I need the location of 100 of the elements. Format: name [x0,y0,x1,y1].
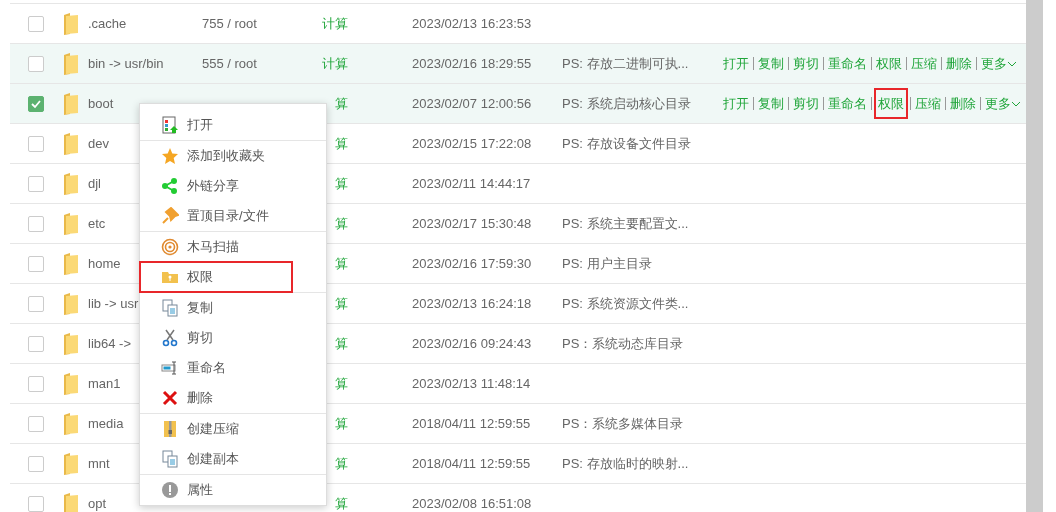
action-link[interactable]: 更多 [985,93,1021,114]
modified-date: 2023/02/13 16:24:18 [412,294,533,313]
folder-icon [62,211,79,236]
modified-date: 2023/02/15 17:22:08 [412,134,533,153]
action-link[interactable]: 权限 [876,89,906,118]
modified-date: 2018/04/11 12:59:55 [412,414,532,433]
checkbox[interactable] [28,255,44,272]
folder-icon [62,491,79,512]
folder-icon [62,131,79,156]
note-text: PS: 用户主目录 [562,255,652,271]
folder-icon [62,51,79,76]
size-link[interactable]: 算 [335,93,348,114]
menu-item[interactable]: 复制 [140,293,292,323]
document-icon [161,116,179,134]
scrollbar[interactable] [1026,0,1043,512]
note-text: PS: 系统主要配置文... [562,215,689,231]
note-text: PS：系统动态库目录 [562,335,684,351]
folder-icon [62,171,79,196]
menu-item[interactable]: 创建压缩 [140,414,292,444]
checkbox[interactable] [28,175,44,192]
file-name[interactable]: bin -> usr/bin [88,53,202,74]
permission-text[interactable]: 755 / root [202,15,257,31]
menu-item[interactable]: 剪切 [140,323,292,353]
rename-icon [161,359,179,377]
folder-icon [62,251,79,276]
action-link[interactable]: 更多 [981,53,1017,74]
modified-date: 2023/02/07 12:00:56 [412,94,533,113]
size-link[interactable]: 算 [335,413,348,434]
size-link[interactable]: 算 [335,253,348,274]
copy-icon [161,450,179,468]
action-link[interactable]: 复制 [758,53,784,74]
modified-date: 2023/02/11 14:44:17 [412,174,532,193]
folder-icon [62,411,79,436]
folder-icon [62,451,79,476]
delete-icon [161,389,179,407]
action-link[interactable]: 重命名 [828,93,867,114]
modified-date: 2023/02/16 18:29:55 [412,54,533,73]
modified-date: 2023/02/13 11:48:14 [412,374,532,393]
pin-icon [161,207,179,225]
menu-item[interactable]: 外链分享 [140,171,292,201]
note-text: PS: 存放临时的映射... [562,455,689,471]
size-link[interactable]: 计算 [322,13,348,34]
checkbox[interactable] [28,15,44,32]
action-link[interactable]: 剪切 [793,53,819,74]
radar-icon [161,238,179,256]
action-link[interactable]: 压缩 [915,93,941,114]
scissors-icon [161,329,179,347]
modified-date: 2023/02/13 16:23:53 [412,14,533,33]
file-name[interactable]: .cache [88,13,202,34]
share-icon [161,177,179,195]
action-link[interactable]: 复制 [758,93,784,114]
action-link[interactable]: 压缩 [911,53,937,74]
folder-icon [62,331,79,356]
folder-icon [62,371,79,396]
checkbox[interactable] [28,295,44,312]
modified-date: 2023/02/17 15:30:48 [412,214,533,233]
menu-item[interactable]: 创建副本 [140,444,292,474]
action-link[interactable]: 删除 [946,53,972,74]
checkbox[interactable] [28,375,44,392]
checkbox[interactable] [28,455,44,472]
size-link[interactable]: 算 [335,213,348,234]
folder-icon [62,91,79,116]
size-link[interactable]: 算 [335,293,348,314]
modified-date: 2018/04/11 12:59:55 [412,454,532,473]
note-text: PS: 系统资源文件类... [562,295,689,311]
copy-icon [161,299,179,317]
note-text: PS：系统多媒体目录 [562,415,684,431]
star-icon [161,147,179,165]
action-link[interactable]: 打开 [723,93,749,114]
checkbox[interactable] [28,335,44,352]
action-link[interactable]: 权限 [876,53,902,74]
modified-date: 2023/02/16 17:59:30 [412,254,533,273]
modified-date: 2023/02/08 16:51:08 [412,494,533,512]
size-link[interactable]: 算 [335,333,348,354]
size-link[interactable]: 算 [335,133,348,154]
size-link[interactable]: 算 [335,373,348,394]
folder-icon [62,11,79,36]
size-link[interactable]: 计算 [322,53,348,74]
note-text: PS: 存放二进制可执... [562,55,689,71]
checkbox[interactable] [28,215,44,232]
action-link[interactable]: 打开 [723,53,749,74]
checkbox[interactable] [28,95,44,112]
file-row[interactable]: bin -> usr/bin 555 / root 计算 2023/02/16 18:29:55 PS: 存放二进制可执... 打开 复制 剪切 重命名 权限 压缩 删除 更多 [10,44,1026,84]
action-link[interactable]: 重命名 [828,53,867,74]
menu-item[interactable]: 置顶目录/文件 [140,201,292,231]
size-link[interactable]: 算 [335,453,348,474]
note-text: PS: 系统启动核心目录 [562,95,691,111]
checkbox[interactable] [28,415,44,432]
note-text: PS: 存放设备文件目录 [562,135,691,151]
checkbox[interactable] [28,135,44,152]
action-link[interactable]: 删除 [950,93,976,114]
size-link[interactable]: 算 [335,493,348,512]
folder-icon [62,291,79,316]
archive-icon [161,420,179,438]
size-link[interactable]: 算 [335,173,348,194]
action-link[interactable]: 剪切 [793,93,819,114]
checkbox[interactable] [28,55,44,72]
modified-date: 2023/02/16 09:24:43 [412,334,533,353]
checkbox[interactable] [28,495,44,512]
permission-text[interactable]: 555 / root [202,55,257,71]
